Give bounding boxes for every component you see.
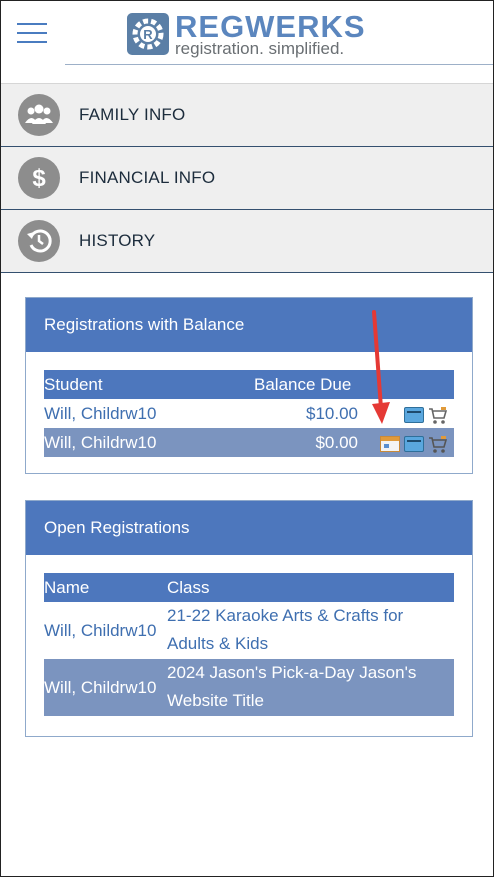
calendar-icon[interactable] — [380, 436, 400, 452]
student-name-link[interactable]: Will, Childrw10 — [44, 399, 156, 428]
header-divider — [65, 64, 493, 65]
nav-history[interactable]: HISTORY — [1, 210, 493, 273]
nav-history-label: HISTORY — [79, 231, 156, 250]
hamburger-menu-button[interactable] — [17, 23, 47, 43]
balance-amount: $10.00 — [306, 404, 358, 423]
hamburger-bar — [17, 32, 47, 34]
svg-text:R: R — [143, 27, 153, 42]
column-header-student: Student — [44, 375, 103, 394]
table-row: Will, Childrw10 2024 Jason's Pick-a-Day … — [44, 659, 454, 716]
open-registrations-panel: Open Registrations Name Class Will, Chil… — [25, 500, 473, 737]
dollar-icon: $ — [18, 157, 60, 199]
table-row: Will, Childrw10 $0.00 — [44, 428, 454, 457]
gear-logo-icon: R — [127, 13, 169, 55]
balance-panel-title: Registrations with Balance — [26, 298, 472, 352]
red-arrow-annotation — [372, 310, 390, 424]
column-header-name: Name — [44, 578, 90, 597]
cart-icon[interactable] — [428, 405, 448, 424]
class-title-link-line2[interactable]: Adults & Kids — [167, 634, 268, 654]
table-row: Will, Childrw10 21-22 Karaoke Arts & Cra… — [44, 602, 454, 659]
logo-subtitle: registration. simplified. — [175, 39, 345, 58]
registrant-name-link[interactable]: Will, Childrw10 — [44, 621, 156, 641]
registrant-name-link[interactable]: Will, Childrw10 — [44, 678, 156, 698]
class-title-link[interactable]: 2024 Jason's Pick-a-Day Jason's — [167, 663, 416, 683]
credit-card-icon[interactable] — [404, 436, 424, 452]
hamburger-icon — [17, 23, 47, 25]
nav-family-info[interactable]: FAMILY INFO — [1, 83, 493, 147]
history-icon — [18, 220, 60, 262]
hamburger-bar — [17, 41, 47, 43]
family-icon — [18, 94, 60, 136]
nav-financial-info-label: FINANCIAL INFO — [79, 168, 216, 187]
cart-icon[interactable] — [428, 434, 448, 453]
regwerks-logo[interactable]: R REGWERKS registration. simplified. — [127, 10, 377, 59]
class-title-link[interactable]: 21-22 Karaoke Arts & Crafts for — [167, 606, 403, 626]
credit-card-icon[interactable] — [404, 407, 424, 423]
app-frame: R REGWERKS registration. simplified. FAM… — [0, 0, 494, 877]
class-title-link-line2[interactable]: Website Title — [167, 691, 264, 711]
balance-amount: $0.00 — [315, 433, 358, 452]
open-registrations-title: Open Registrations — [26, 501, 472, 555]
svg-text:$: $ — [32, 165, 46, 192]
header: R REGWERKS registration. simplified. — [1, 1, 493, 65]
column-header-balance-due: Balance Due — [254, 375, 352, 394]
balance-panel: Registrations with Balance Student Balan… — [25, 297, 473, 474]
column-header-class: Class — [167, 578, 210, 597]
open-registrations-header: Name Class — [44, 573, 454, 602]
open-registrations-table: Name Class Will, Childrw10 21-22 Karaoke… — [44, 573, 454, 716]
student-name-link[interactable]: Will, Childrw10 — [44, 428, 156, 457]
nav-financial-info[interactable]: $ FINANCIAL INFO — [1, 147, 493, 210]
section-nav: FAMILY INFO $ FINANCIAL INFO HISTORY — [1, 83, 493, 273]
nav-family-info-label: FAMILY INFO — [79, 105, 186, 124]
